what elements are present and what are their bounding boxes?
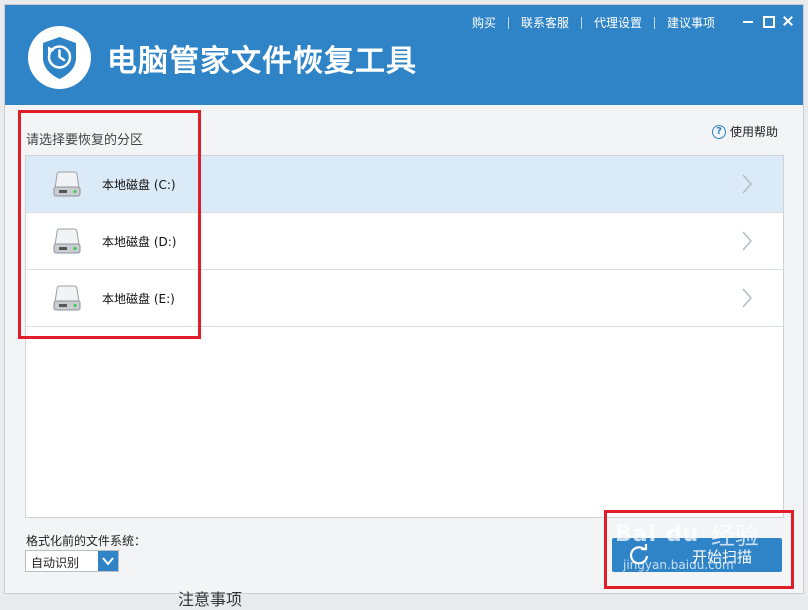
partition-row-d[interactable]: 本地磁盘 (D:): [26, 213, 783, 270]
help-link[interactable]: ? 使用帮助: [711, 123, 778, 140]
menu-suggestions[interactable]: 建议事项: [655, 14, 727, 31]
chevron-right-icon: [742, 174, 753, 194]
chevron-right-icon: [742, 231, 753, 251]
filesystem-select-value: 自动识别: [31, 556, 80, 570]
hard-drive-icon: [53, 171, 81, 197]
menu-buy[interactable]: 购买: [460, 14, 508, 31]
partition-prompt: 请选择要恢复的分区: [26, 133, 144, 148]
hard-drive-icon: [53, 228, 81, 254]
maximize-icon[interactable]: [761, 14, 775, 28]
partition-row-c[interactable]: 本地磁盘 (C:): [26, 156, 783, 213]
chevron-right-icon: [742, 288, 753, 308]
recovery-window: 电脑管家文件恢复工具 购买 联系客服 代理设置 建议事项 请选择要恢复的分区 ?…: [4, 4, 804, 594]
filesystem-label: 格式化前的文件系统：: [26, 534, 147, 548]
help-label: 使用帮助: [729, 125, 778, 139]
chevron-down-icon[interactable]: [98, 551, 118, 571]
question-icon: ?: [711, 124, 726, 139]
menu-proxy-settings[interactable]: 代理设置: [582, 14, 654, 31]
start-scan-button[interactable]: 开始扫描: [612, 538, 782, 572]
partition-label: 本地磁盘 (E:): [102, 291, 175, 306]
cut-off-caption: 注意事项: [178, 590, 243, 609]
partition-label: 本地磁盘 (C:): [102, 177, 176, 192]
scan-refresh-icon: [629, 544, 649, 565]
menu-contact-support[interactable]: 联系客服: [509, 14, 581, 31]
hard-drive-icon: [53, 285, 81, 311]
start-scan-label: 开始扫描: [692, 548, 753, 566]
window-controls: [741, 14, 795, 28]
title-bar: 电脑管家文件恢复工具 购买 联系客服 代理设置 建议事项: [5, 5, 803, 105]
filesystem-select[interactable]: 自动识别: [25, 550, 119, 572]
clock-shield-logo-icon: [28, 26, 91, 89]
close-icon[interactable]: [781, 14, 795, 28]
partition-row-e[interactable]: 本地磁盘 (E:): [26, 270, 783, 327]
partition-label: 本地磁盘 (D:): [102, 234, 177, 249]
app-title: 电脑管家文件恢复工具: [107, 44, 417, 79]
top-menu: 购买 联系客服 代理设置 建议事项: [460, 14, 727, 31]
minimize-icon[interactable]: [741, 14, 755, 28]
partition-list: 本地磁盘 (C:) 本地磁盘 (D:) 本地磁盘 (E:): [25, 155, 784, 518]
